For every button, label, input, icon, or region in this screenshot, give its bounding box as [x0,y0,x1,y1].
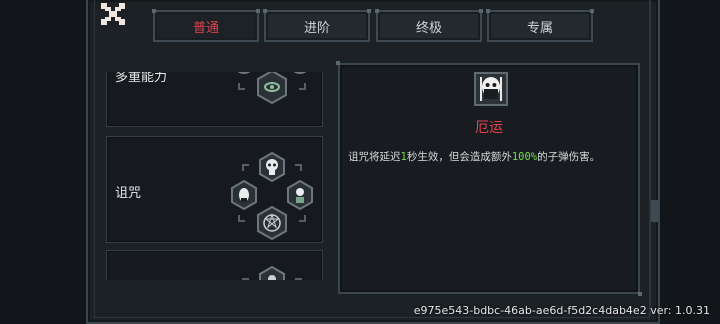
skill-detail-icon [474,72,508,106]
desc-text: 的子弹伤害。 [537,151,601,163]
skill-tree-icon [231,151,313,241]
skill-card-curse[interactable]: 诅咒 [106,136,323,243]
skill-tree-icon [242,265,302,280]
mask-icon [480,77,502,101]
version-label: e975e543-bdbc-46ab-ae6d-f5d2c4dab4e2 ver… [413,304,710,317]
skill-tree-icon [237,72,307,105]
skill-detail-title: 厄运 [475,120,503,136]
desc-text: 秒生效，但会造成额外 [406,151,512,163]
skill-card-multi[interactable]: 多重能力 [106,72,323,127]
tab-advanced[interactable]: 进阶 [263,9,371,42]
skill-list[interactable]: 多重能力 诅咒 [106,72,324,280]
desc-text: 诅咒将延迟 [348,151,401,163]
scrollbar-thumb[interactable] [651,200,659,222]
skill-card-next[interactable] [106,250,323,280]
tab-ultimate[interactable]: 终极 [375,9,483,42]
skill-detail-panel: 厄运 诅咒将延迟1秒生效，但会造成额外100%的子弹伤害。 [336,61,642,296]
close-button[interactable] [100,2,126,26]
skill-name: 诅咒 [115,186,142,201]
tab-normal[interactable]: 普通 [152,9,260,42]
desc-highlight-damage: 100% [511,151,538,163]
tab-exclusive[interactable]: 专属 [486,9,594,42]
scrollbar-track[interactable] [650,0,660,316]
skill-detail-description: 诅咒将延迟1秒生效，但会造成额外100%的子弹伤害。 [348,149,600,164]
skill-name: 多重能力 [115,72,168,85]
close-icon [101,3,125,25]
